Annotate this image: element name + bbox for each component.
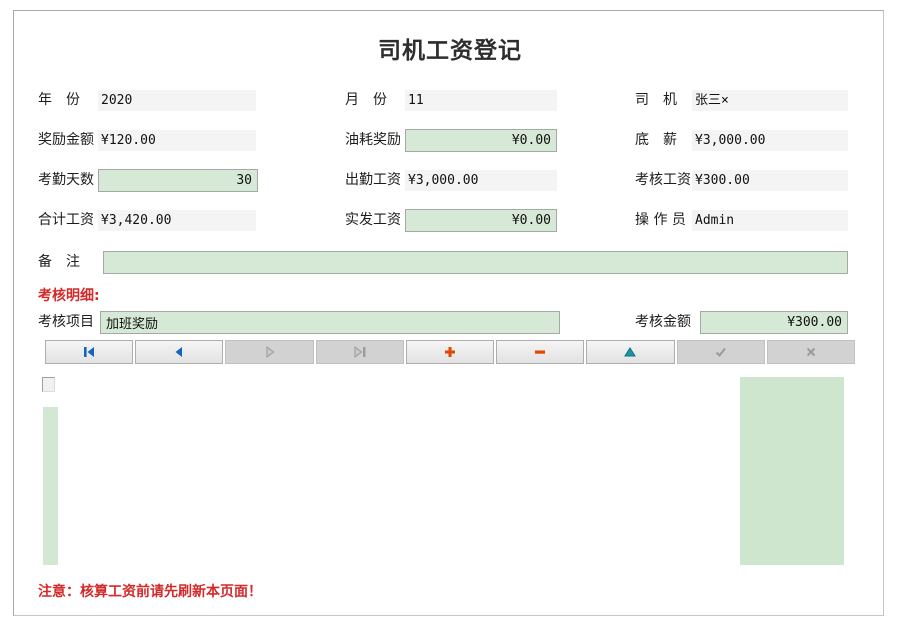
total-salary-label: 合计工资 <box>38 209 94 231</box>
remark-input[interactable] <box>103 251 848 274</box>
record-navigator <box>45 340 855 364</box>
prior-record-icon <box>171 346 187 358</box>
base-salary-value-field: ¥3,000.00 <box>692 130 848 151</box>
grid-indicator-cell <box>42 377 55 392</box>
footer-warning: 注意：核算工资前请先刷新本页面！ <box>38 581 262 601</box>
nav-cancel-button <box>767 340 855 364</box>
last-record-icon <box>352 346 368 358</box>
nav-last-button <box>316 340 404 364</box>
base-salary-label: 底 薪 <box>635 129 677 151</box>
insert-record-icon <box>444 346 456 358</box>
driver-value-field: 张三× <box>692 90 848 111</box>
assessment-amount-label: 考核金额 <box>635 311 691 333</box>
attendance-days-input[interactable] <box>98 169 258 192</box>
assessment-section-header: 考核明细: <box>38 285 100 305</box>
nav-next-button <box>225 340 313 364</box>
reward-amount-label: 奖励金额 <box>38 129 94 151</box>
grid-row-indicator-column <box>43 407 58 565</box>
delete-record-icon <box>534 346 546 358</box>
actual-salary-label: 实发工资 <box>345 209 401 231</box>
fuel-reward-label: 油耗奖励 <box>345 129 401 151</box>
assessment-item-label: 考核项目 <box>38 311 94 333</box>
edit-record-icon <box>623 346 637 358</box>
page-title: 司机工资登记 <box>0 31 900 65</box>
year-label: 年 份 <box>38 89 80 111</box>
month-value-field: 11 <box>405 90 557 111</box>
actual-salary-input[interactable] <box>405 209 557 232</box>
assessment-salary-value-field: ¥300.00 <box>692 170 848 191</box>
nav-insert-button[interactable] <box>406 340 494 364</box>
month-label: 月 份 <box>345 89 387 111</box>
reward-amount-value-field: ¥120.00 <box>98 130 256 151</box>
attendance-salary-label: 出勤工资 <box>345 169 401 191</box>
driver-label: 司 机 <box>635 89 677 111</box>
total-salary-value-field: ¥3,420.00 <box>98 210 256 231</box>
grid-side-panel <box>740 377 844 565</box>
nav-delete-button[interactable] <box>496 340 584 364</box>
attendance-days-label: 考勤天数 <box>38 169 94 191</box>
assessment-item-input[interactable] <box>100 311 560 334</box>
nav-prior-button[interactable] <box>135 340 223 364</box>
post-record-icon <box>714 346 727 358</box>
nav-post-button <box>677 340 765 364</box>
operator-label: 操 作 员 <box>635 209 686 231</box>
assessment-salary-label: 考核工资 <box>635 169 691 191</box>
next-record-icon <box>262 346 278 358</box>
assessment-amount-input[interactable] <box>700 311 848 334</box>
remark-label: 备 注 <box>38 251 80 273</box>
nav-edit-button[interactable] <box>586 340 674 364</box>
fuel-reward-input[interactable] <box>405 129 557 152</box>
attendance-salary-value-field: ¥3,000.00 <box>405 170 557 191</box>
first-record-icon <box>81 346 97 358</box>
cancel-record-icon <box>805 346 817 358</box>
year-value-field: 2020 <box>98 90 256 111</box>
operator-value-field: Admin <box>692 210 848 231</box>
nav-first-button[interactable] <box>45 340 133 364</box>
